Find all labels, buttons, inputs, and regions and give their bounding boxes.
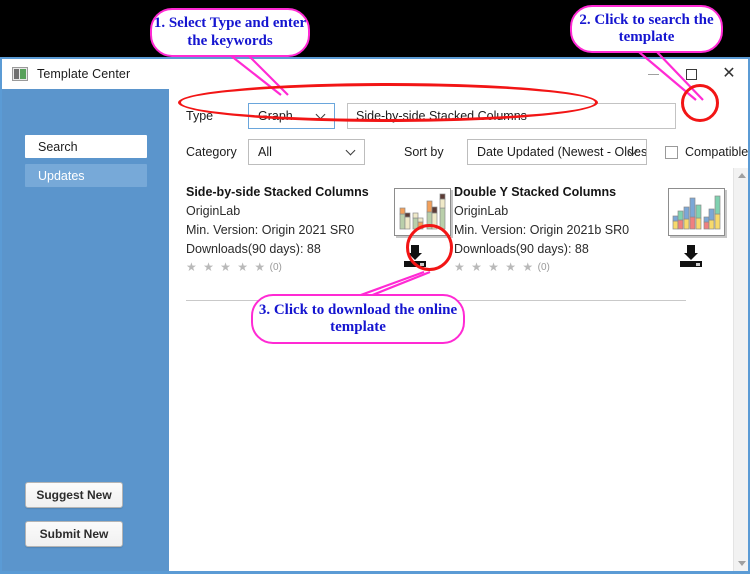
keyword-input-value: Side-by-side Stacked Columns	[356, 109, 527, 123]
result-title: Double Y Stacked Columns	[454, 185, 704, 199]
sort-by-select[interactable]: Date Updated (Newest - Oldest)	[467, 139, 647, 165]
search-row: Type Graph Side-by-side Stacked Columns	[186, 102, 750, 130]
download-button[interactable]	[404, 245, 426, 267]
window-body: Search Updates Suggest New Submit New Ty	[2, 89, 748, 571]
close-icon: ✕	[722, 66, 735, 82]
result-divider	[186, 300, 418, 301]
suggest-new-button[interactable]: Suggest New	[25, 482, 123, 508]
chevron-down-icon	[317, 111, 326, 120]
close-button[interactable]: ✕	[710, 59, 748, 89]
scroll-up-button[interactable]	[734, 168, 749, 183]
submit-new-label: Submit New	[40, 527, 109, 541]
type-select-value: Graph	[258, 109, 293, 123]
sidebar-item-search[interactable]: Search	[25, 135, 147, 158]
result-downloads: Downloads(90 days): 88	[186, 242, 436, 256]
result-item[interactable]: Double Y Stacked Columns OriginLab Min. …	[454, 185, 704, 289]
sidebar-item-updates[interactable]: Updates	[25, 164, 147, 187]
template-center-window: Template Center ✕ Search Updates Suggest…	[0, 57, 750, 574]
callout-step-2: 2. Click to search the template	[570, 5, 723, 53]
compatible-label: Compatible	[685, 145, 748, 159]
title-bar: Template Center ✕	[2, 59, 748, 89]
category-label: Category	[186, 145, 248, 159]
suggest-new-label: Suggest New	[36, 488, 111, 502]
sort-by-select-value: Date Updated (Newest - Oldest)	[477, 145, 647, 159]
search-toolbar: Type Graph Side-by-side Stacked Columns	[169, 89, 748, 168]
sidebar: Search Updates Suggest New Submit New	[2, 89, 169, 571]
type-select[interactable]: Graph	[248, 103, 335, 129]
rating-count: (0)	[270, 262, 282, 273]
category-select-value: All	[258, 145, 272, 159]
results-list: Side-by-side Stacked Columns OriginLab M…	[169, 168, 733, 571]
scroll-down-button[interactable]	[734, 556, 749, 571]
sort-by-label: Sort by	[404, 145, 467, 159]
type-label: Type	[186, 109, 248, 123]
chevron-up-icon	[738, 173, 746, 178]
chevron-down-icon	[738, 561, 746, 566]
result-min-version: Min. Version: Origin 2021b SR0	[454, 223, 704, 237]
window-controls: ✕	[634, 59, 748, 89]
app-icon	[12, 67, 28, 81]
chevron-down-icon	[629, 147, 638, 156]
result-rating: ★ ★ ★ ★ ★ (0)	[186, 260, 436, 274]
result-rating: ★ ★ ★ ★ ★ (0)	[454, 260, 704, 274]
result-author: OriginLab	[454, 204, 704, 218]
download-button[interactable]	[680, 245, 702, 267]
submit-new-button[interactable]: Submit New	[25, 521, 123, 547]
screenshot-root: Template Center ✕ Search Updates Suggest…	[0, 0, 750, 574]
chevron-down-icon	[347, 147, 356, 156]
callout-step-1: 1. Select Type and enter the keywords	[150, 8, 310, 57]
window-title: Template Center	[37, 67, 130, 81]
result-thumbnail	[394, 188, 451, 236]
callout-text: 2. Click to search the template	[572, 12, 721, 47]
maximize-icon	[686, 69, 697, 80]
result-divider	[454, 300, 686, 301]
double-y-stacked-columns-thumbnail-icon	[669, 189, 724, 235]
keyword-input[interactable]: Side-by-side Stacked Columns	[347, 103, 676, 129]
sidebar-item-label: Search	[38, 140, 78, 154]
vertical-scrollbar[interactable]	[733, 168, 748, 571]
rating-count: (0)	[538, 262, 550, 273]
filter-row: Category All Sort by Date Updated (Newes…	[186, 139, 748, 165]
category-select[interactable]: All	[248, 139, 365, 165]
content-area: Type Graph Side-by-side Stacked Columns	[169, 89, 748, 571]
result-item[interactable]: Side-by-side Stacked Columns OriginLab M…	[186, 185, 436, 289]
result-thumbnail	[668, 188, 725, 236]
star-icons: ★ ★ ★ ★ ★	[186, 260, 267, 274]
checkbox-box	[665, 146, 678, 159]
compatible-checkbox[interactable]: Compatible	[665, 145, 748, 159]
stacked-columns-thumbnail-icon	[395, 189, 450, 235]
callout-text: 1. Select Type and enter the keywords	[152, 15, 308, 50]
star-icons: ★ ★ ★ ★ ★	[454, 260, 535, 274]
sidebar-item-label: Updates	[38, 169, 85, 183]
minimize-button[interactable]	[634, 59, 672, 89]
result-downloads: Downloads(90 days): 88	[454, 242, 704, 256]
maximize-button[interactable]	[672, 59, 710, 89]
minimize-icon	[648, 74, 659, 75]
